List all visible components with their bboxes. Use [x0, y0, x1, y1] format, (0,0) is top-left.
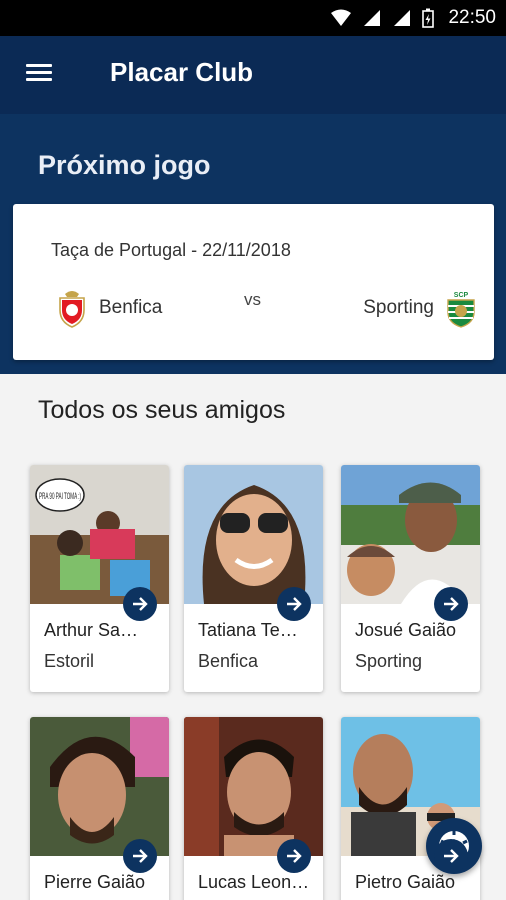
- friend-card[interactable]: Pierre Gaião: [30, 717, 169, 900]
- away-team-name: Sporting: [363, 297, 434, 318]
- friend-club: Estoril: [44, 651, 95, 671]
- next-game-heading: Próximo jogo: [38, 150, 211, 180]
- vs-label: vs: [244, 290, 261, 309]
- sporting-crest-icon: SCP: [447, 292, 475, 328]
- battery-charging-icon: [422, 8, 435, 28]
- friend-card[interactable]: Josué Gaião Sporting: [341, 465, 480, 692]
- next-game-section: Próximo jogo Taça de Portugal - 22/11/20…: [0, 114, 506, 374]
- friend-card[interactable]: PRA 90 PAI TOMA :) Arthur Sa… Estoril: [30, 465, 169, 692]
- away-team: Sporting SCP: [363, 288, 478, 328]
- app-title: Placar Club: [110, 57, 254, 87]
- status-time: 22:50: [448, 7, 496, 28]
- signal-icon-2: [394, 10, 411, 26]
- arrow-right-icon[interactable]: [434, 587, 468, 621]
- match-competition-date: Taça de Portugal - 22/11/2018: [51, 240, 291, 260]
- status-bar: 22:50: [0, 0, 506, 36]
- friend-photo: [341, 465, 480, 604]
- signal-icon: [364, 10, 381, 26]
- status-icons: 22:50: [330, 0, 496, 36]
- benfica-crest-icon: [59, 291, 85, 328]
- menu-icon[interactable]: [26, 60, 66, 90]
- friend-photo: [184, 465, 323, 604]
- home-team-name: Benfica: [99, 297, 163, 318]
- friend-club: Sporting: [355, 651, 423, 671]
- friend-card[interactable]: Lucas Leon…: [184, 717, 323, 900]
- friend-club: Benfica: [198, 651, 259, 671]
- sporting-crest-text: SCP: [454, 292, 469, 299]
- friend-photo: [30, 717, 169, 856]
- friend-photo: PRA 90 PAI TOMA :): [30, 465, 169, 604]
- wifi-icon: [331, 9, 352, 26]
- friends-heading: Todos os seus amigos: [38, 396, 286, 424]
- friend-photo-caption: PRA 90 PAI TOMA :): [39, 491, 81, 501]
- arrow-right-icon[interactable]: [277, 839, 311, 873]
- friend-photo: [184, 717, 323, 856]
- arrow-right-icon[interactable]: [123, 839, 157, 873]
- app-bar: Placar Club: [0, 36, 506, 114]
- friend-card[interactable]: Tatiana Te… Benfica: [184, 465, 323, 692]
- next-game-card[interactable]: Taça de Portugal - 22/11/2018 Benfica vs…: [13, 204, 494, 360]
- arrow-right-icon[interactable]: [277, 587, 311, 621]
- arrow-right-icon[interactable]: [123, 587, 157, 621]
- home-team: Benfica: [55, 288, 162, 328]
- arrow-right-icon[interactable]: [434, 839, 468, 873]
